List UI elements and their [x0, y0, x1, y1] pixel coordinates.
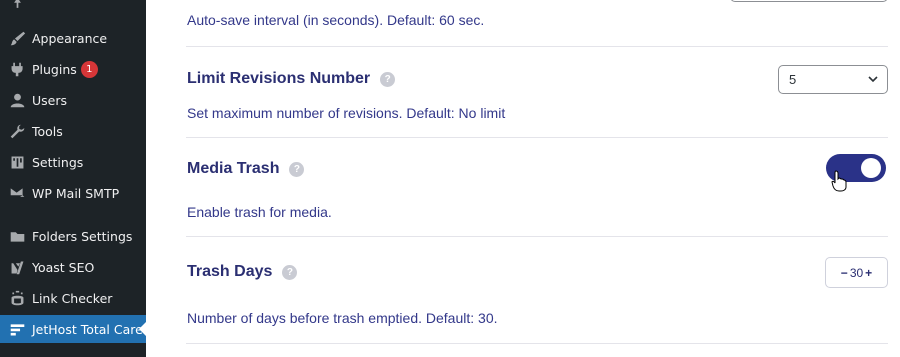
media-trash-description: Enable trash for media.	[187, 204, 332, 220]
update-count-badge: 1	[80, 60, 98, 78]
revisions-select[interactable]: 5	[778, 65, 888, 94]
divider	[186, 343, 888, 344]
help-icon[interactable]: ?	[282, 264, 298, 280]
sidebar-item-label: Settings	[32, 154, 84, 170]
sidebar-item-label: WP Mail SMTP	[32, 185, 120, 201]
revisions-title-text: Limit Revisions Number	[187, 70, 371, 87]
user-icon	[7, 90, 27, 110]
sidebar-item-label: Plugins	[32, 61, 77, 77]
sidebar-item-link-checker[interactable]: Link Checker	[0, 284, 146, 312]
yoast-icon	[7, 257, 27, 277]
trash-days-stepper[interactable]: − 30 +	[825, 257, 888, 288]
admin-sidebar: Appearance Plugins 1 Users Tools Setting…	[0, 0, 146, 357]
divider	[186, 137, 888, 138]
revisions-description: Set maximum number of revisions. Default…	[187, 105, 506, 121]
sidebar-item-wp-mail-smtp[interactable]: WP Mail SMTP	[0, 179, 146, 207]
trash-days-title: Trash Days ?	[187, 263, 298, 281]
sidebar-item-tools[interactable]: Tools	[0, 117, 146, 145]
revisions-select-value: 5	[789, 72, 797, 87]
mail-icon	[7, 183, 27, 203]
autosave-description: Auto-save interval (in seconds). Default…	[187, 12, 485, 28]
sidebar-item-label: Yoast SEO	[32, 259, 95, 275]
divider	[186, 46, 888, 47]
sidebar-item-users[interactable]: Users	[0, 86, 146, 114]
sidebar-item-label: Appearance	[32, 30, 108, 46]
sidebar-item-label: Tools	[32, 123, 63, 139]
sidebar-item-label: Link Checker	[32, 290, 113, 306]
divider	[186, 236, 888, 237]
help-icon[interactable]: ?	[380, 71, 396, 87]
plugin-icon	[7, 59, 27, 79]
toggle-knob	[861, 158, 881, 178]
settings-panel: Auto-save interval (in seconds). Default…	[146, 0, 900, 357]
pin-icon	[7, 0, 27, 14]
wrench-icon	[7, 121, 27, 141]
trash-days-description: Number of days before trash emptied. Def…	[187, 310, 498, 326]
increment-button[interactable]: +	[865, 266, 872, 280]
folder-icon	[7, 226, 27, 246]
sidebar-item-partial[interactable]	[0, 0, 146, 18]
media-trash-title: Media Trash ?	[187, 160, 305, 178]
trash-days-title-text: Trash Days	[187, 263, 273, 280]
link-checker-icon	[7, 288, 27, 308]
paintbrush-icon	[7, 28, 27, 48]
hand-cursor-icon	[831, 170, 847, 192]
sidebar-item-folders-settings[interactable]: Folders Settings	[0, 222, 146, 250]
trash-days-value: 30	[849, 265, 864, 280]
sidebar-item-label: Users	[32, 92, 68, 108]
media-trash-title-text: Media Trash	[187, 160, 280, 177]
revisions-title: Limit Revisions Number ?	[187, 70, 396, 88]
decrement-button[interactable]: −	[841, 266, 848, 280]
sidebar-item-settings[interactable]: Settings	[0, 148, 146, 176]
sidebar-item-appearance[interactable]: Appearance	[0, 24, 146, 52]
autosave-input[interactable]	[730, 0, 888, 2]
sidebar-item-plugins[interactable]: Plugins 1	[0, 55, 146, 83]
sidebar-item-jethost-total-care[interactable]: JetHost Total Care	[0, 315, 146, 343]
help-icon[interactable]: ?	[289, 161, 305, 177]
sidebar-item-yoast-seo[interactable]: Yoast SEO	[0, 253, 146, 281]
jethost-icon	[7, 319, 27, 339]
chevron-down-icon	[868, 76, 878, 83]
sidebar-item-label: Folders Settings	[32, 228, 133, 244]
settings-icon	[7, 152, 27, 172]
sidebar-item-label: JetHost Total Care	[32, 321, 143, 337]
